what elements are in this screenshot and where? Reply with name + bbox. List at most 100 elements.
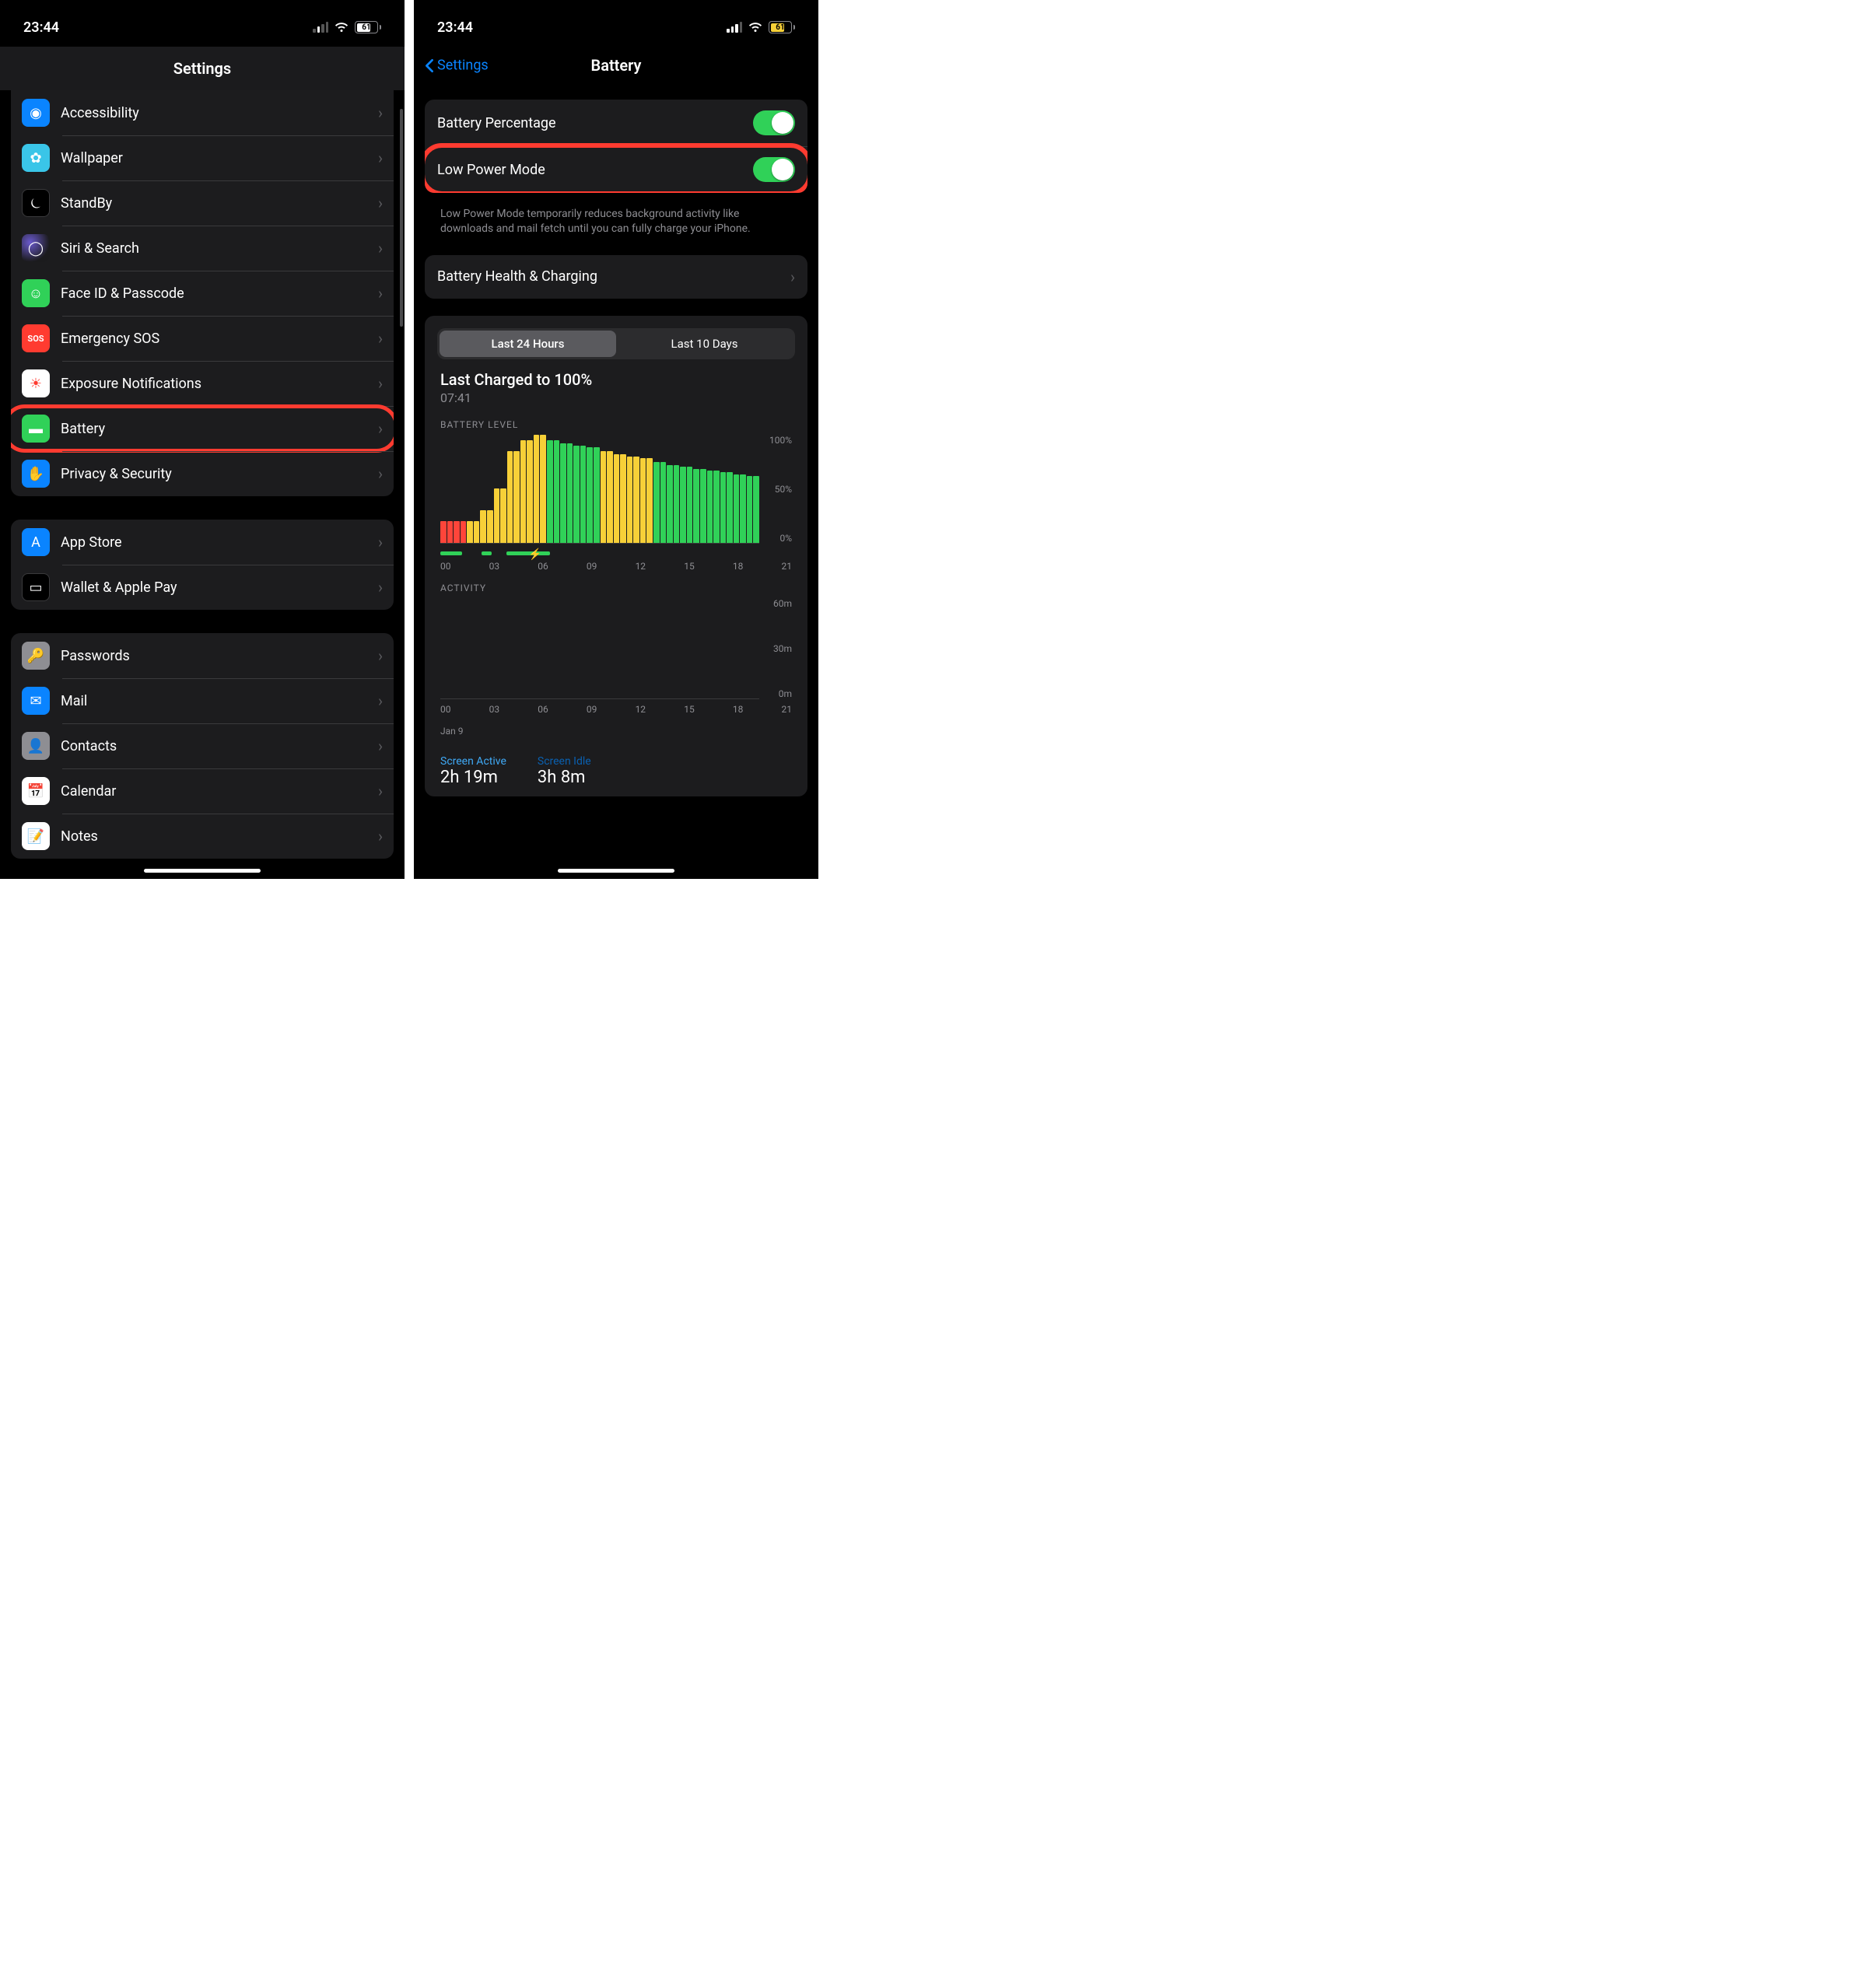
settings-row-wallet[interactable]: ▭Wallet & Apple Pay›: [11, 565, 394, 610]
chevron-right-icon: ›: [378, 194, 383, 212]
chevron-right-icon: ›: [790, 268, 795, 286]
row-label: Battery Percentage: [437, 115, 556, 131]
lpm-description: Low Power Mode temporarily reduces backg…: [425, 199, 807, 236]
row-label: Wallet & Apple Pay: [61, 579, 367, 596]
battery-level-xaxis: 0003 0609 1215 1821: [440, 561, 792, 572]
accessibility-icon: ◉: [22, 99, 50, 127]
page-title: Battery: [591, 56, 642, 75]
toggle-switch[interactable]: [753, 110, 795, 135]
wifi-icon: [335, 20, 349, 34]
ytick: 60m: [764, 598, 792, 609]
appstore-icon: A: [22, 528, 50, 556]
page-title: Settings: [173, 59, 231, 78]
activity-label: ACTIVITY: [425, 583, 807, 598]
battery-health-row[interactable]: Battery Health & Charging ›: [425, 255, 807, 299]
settings-row-mail[interactable]: ✉ Mail ›: [11, 678, 394, 723]
time-range-segmented[interactable]: Last 24 Hours Last 10 Days: [437, 328, 795, 359]
settings-row-standby[interactable]: ⏾StandBy›: [11, 180, 394, 226]
back-button[interactable]: Settings: [425, 58, 489, 74]
row-label: App Store: [61, 534, 367, 551]
tab-last-24h[interactable]: Last 24 Hours: [440, 331, 616, 357]
row-label: Passwords: [61, 648, 367, 664]
home-indicator[interactable]: [144, 869, 261, 873]
chevron-right-icon: ›: [378, 239, 383, 257]
row-label: StandBy: [61, 195, 367, 212]
row-label: Emergency SOS: [61, 331, 367, 347]
settings-row-contacts[interactable]: 👤Contacts›: [11, 723, 394, 768]
battery-icon: 61: [769, 21, 795, 33]
chevron-right-icon: ›: [378, 374, 383, 393]
row-label: Low Power Mode: [437, 162, 545, 178]
chevron-right-icon: ›: [378, 329, 383, 348]
settings-screen: 23:44 61 Settings ◉Accessibility›✿Wallpa…: [0, 0, 405, 879]
charging-bolt-icon: ⚡: [528, 548, 541, 561]
settings-row-exposure[interactable]: ☀Exposure Notifications›: [11, 361, 394, 406]
back-label: Settings: [437, 58, 489, 74]
battery-level-label: BATTERY LEVEL: [425, 419, 807, 435]
settings-row-faceid[interactable]: ☺Face ID & Passcode›: [11, 271, 394, 316]
notes-icon: 📝: [22, 822, 50, 850]
last-charged-time: 07:41: [425, 389, 807, 419]
row-label: Calendar: [61, 783, 367, 800]
low-power-mode-row[interactable]: Low Power Mode: [425, 146, 807, 193]
chevron-right-icon: ›: [378, 737, 383, 755]
nav-bar: Settings Battery: [414, 47, 818, 84]
chevron-right-icon: ›: [378, 419, 383, 438]
home-indicator[interactable]: [558, 869, 674, 873]
settings-row-accessibility[interactable]: ◉Accessibility›: [11, 90, 394, 135]
ytick: 0m: [764, 688, 792, 699]
ytick: 30m: [764, 643, 792, 654]
ytick: 100%: [764, 435, 792, 446]
settings-group: ◉Accessibility›✿Wallpaper›⏾StandBy›◯Siri…: [11, 90, 394, 496]
settings-row-calendar[interactable]: 📅Calendar›: [11, 768, 394, 814]
chevron-right-icon: ›: [378, 149, 383, 167]
row-label: Accessibility: [61, 105, 367, 121]
wallpaper-icon: ✿: [22, 144, 50, 172]
sos-icon: SOS: [22, 324, 50, 352]
row-label: Battery: [61, 421, 367, 437]
settings-row-notes[interactable]: 📝 Notes ›: [11, 814, 394, 859]
cellular-icon: [727, 22, 742, 33]
settings-row-privacy[interactable]: ✋Privacy & Security›: [11, 451, 394, 496]
status-bar: 23:44 61: [414, 0, 818, 47]
mail-icon: ✉: [22, 687, 50, 715]
row-label: Battery Health & Charging: [437, 268, 597, 285]
screen-idle-value: 3h 8m: [538, 768, 591, 787]
row-label: Mail: [61, 693, 367, 709]
row-label: Notes: [61, 828, 367, 845]
activity-xaxis: 0003 0609 1215 1821: [440, 704, 792, 715]
charging-track: ⚡: [440, 550, 792, 558]
screen-active-label: Screen Active: [440, 755, 506, 768]
status-time: 23:44: [437, 19, 473, 36]
chevron-right-icon: ›: [378, 827, 383, 845]
tab-last-10d[interactable]: Last 10 Days: [616, 331, 793, 357]
wallet-icon: ▭: [22, 573, 50, 601]
settings-row-passwords[interactable]: 🔑 Passwords ›: [11, 633, 394, 678]
cellular-icon: [313, 22, 328, 33]
row-label: Privacy & Security: [61, 466, 367, 482]
settings-row-appstore[interactable]: A App Store ›: [11, 520, 394, 565]
chevron-right-icon: ›: [378, 691, 383, 710]
screen-active-value: 2h 19m: [440, 768, 506, 787]
usage-summary: Screen Active 2h 19m Screen Idle 3h 8m: [425, 749, 807, 787]
settings-group: A App Store › ▭ Wallet & Apple Pay ›: [11, 520, 394, 610]
status-time: 23:44: [23, 19, 59, 36]
row-label: Siri & Search: [61, 240, 367, 257]
row-label: Contacts: [61, 738, 367, 754]
settings-row-wallpaper[interactable]: ✿Wallpaper›: [11, 135, 394, 180]
battery-percentage-row[interactable]: Battery Percentage: [425, 100, 807, 146]
battery-level-chart: 100% 50% 0%: [440, 435, 792, 544]
scrollbar[interactable]: [400, 109, 403, 327]
settings-row-siri[interactable]: ◯Siri & Search›: [11, 226, 394, 271]
chevron-right-icon: ›: [378, 533, 383, 551]
passwords-icon: 🔑: [22, 642, 50, 670]
chevron-right-icon: ›: [378, 646, 383, 665]
row-label: Face ID & Passcode: [61, 285, 367, 302]
settings-row-sos[interactable]: SOS Emergency SOS ›: [11, 316, 394, 361]
ytick: 50%: [764, 484, 792, 495]
toggle-switch[interactable]: [753, 157, 795, 182]
nav-bar: Settings: [0, 47, 405, 90]
battery-screen: 23:44 61 Settings Battery Batt: [414, 0, 818, 879]
settings-row-battery[interactable]: ▬Battery›: [11, 406, 394, 451]
chevron-right-icon: ›: [378, 284, 383, 303]
